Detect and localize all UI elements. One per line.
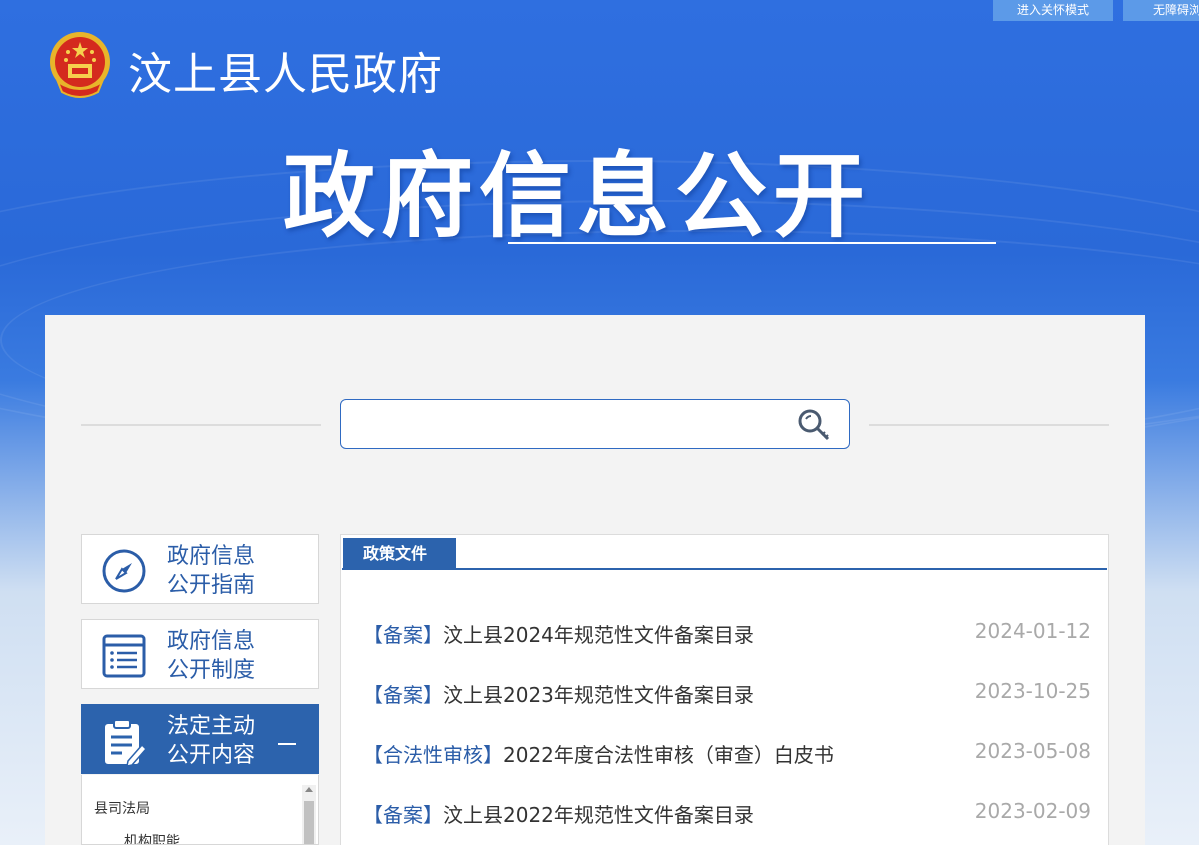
list-item-title[interactable]: 2022年度合法性审核（审查）白皮书 xyxy=(503,743,834,767)
list-item[interactable]: 【备案】汶上县2022年规范性文件备案目录 2023-02-09 xyxy=(363,797,1091,827)
policy-list-panel: 政策文件 【备案】汶上县2024年规范性文件备案目录 2024-01-12 【备… xyxy=(340,534,1109,845)
list-item-category: 【合法性审核】 xyxy=(363,743,503,767)
clipboard-edit-icon xyxy=(102,719,148,767)
search-divider-left xyxy=(81,424,321,426)
compass-icon xyxy=(102,549,146,593)
national-emblem-icon xyxy=(48,30,112,100)
site-title: 汶上县人民政府 xyxy=(128,49,443,100)
list-item-date: 2023-02-09 xyxy=(974,799,1091,823)
nav-system-label: 政府信息 公开制度 xyxy=(167,629,256,683)
collapse-icon[interactable] xyxy=(278,743,296,745)
list-item-title[interactable]: 汶上县2023年规范性文件备案目录 xyxy=(443,683,754,707)
scroll-thumb[interactable] xyxy=(304,801,314,844)
list-item-date: 2023-05-08 xyxy=(974,739,1091,763)
search-input[interactable] xyxy=(353,400,793,446)
nav-guide[interactable]: 政府信息 公开指南 xyxy=(81,534,319,604)
list-item[interactable]: 【备案】汶上县2024年规范性文件备案目录 2024-01-12 xyxy=(363,617,1091,647)
list-item-title[interactable]: 汶上县2024年规范性文件备案目录 xyxy=(443,623,754,647)
scroll-up-arrow-icon[interactable] xyxy=(305,787,313,792)
banner-title: 政府信息公开 xyxy=(283,143,872,250)
subnav-item[interactable]: 机构职能 xyxy=(124,831,180,844)
nav-statutory-label: 法定主动 公开内容 xyxy=(167,714,256,768)
title-underline xyxy=(508,242,996,244)
list-item-date: 2023-10-25 xyxy=(974,679,1091,703)
tab-bar: 政策文件 xyxy=(342,536,1107,570)
care-mode-button[interactable]: 进入关怀模式 xyxy=(993,0,1113,21)
document-list-icon xyxy=(102,634,146,678)
list-item-date: 2024-01-12 xyxy=(974,619,1091,643)
list-item-category: 【备案】 xyxy=(363,803,443,827)
tab-policy-documents[interactable]: 政策文件 xyxy=(343,538,456,570)
nav-guide-label: 政府信息 公开指南 xyxy=(167,544,256,598)
list-item[interactable]: 【备案】汶上县2023年规范性文件备案目录 2023-10-25 xyxy=(363,677,1091,707)
subnav-item[interactable]: 县司法局 xyxy=(94,798,150,818)
search-icon[interactable] xyxy=(795,406,835,444)
list-item[interactable]: 【合法性审核】2022年度合法性审核（审查）白皮书 2023-05-08 xyxy=(363,737,1091,767)
nav-statutory-content[interactable]: 法定主动 公开内容 xyxy=(81,704,319,774)
search-divider-right xyxy=(869,424,1109,426)
subnav-list: 县司法局 机构职能 xyxy=(81,775,319,845)
list-item-title[interactable]: 汶上县2022年规范性文件备案目录 xyxy=(443,803,754,827)
list-item-category: 【备案】 xyxy=(363,683,443,707)
search-box xyxy=(340,399,850,449)
nav-system[interactable]: 政府信息 公开制度 xyxy=(81,619,319,689)
scrollbar[interactable] xyxy=(302,785,316,844)
list-item-category: 【备案】 xyxy=(363,623,443,647)
accessibility-button[interactable]: 无障碍浏 xyxy=(1123,0,1199,21)
